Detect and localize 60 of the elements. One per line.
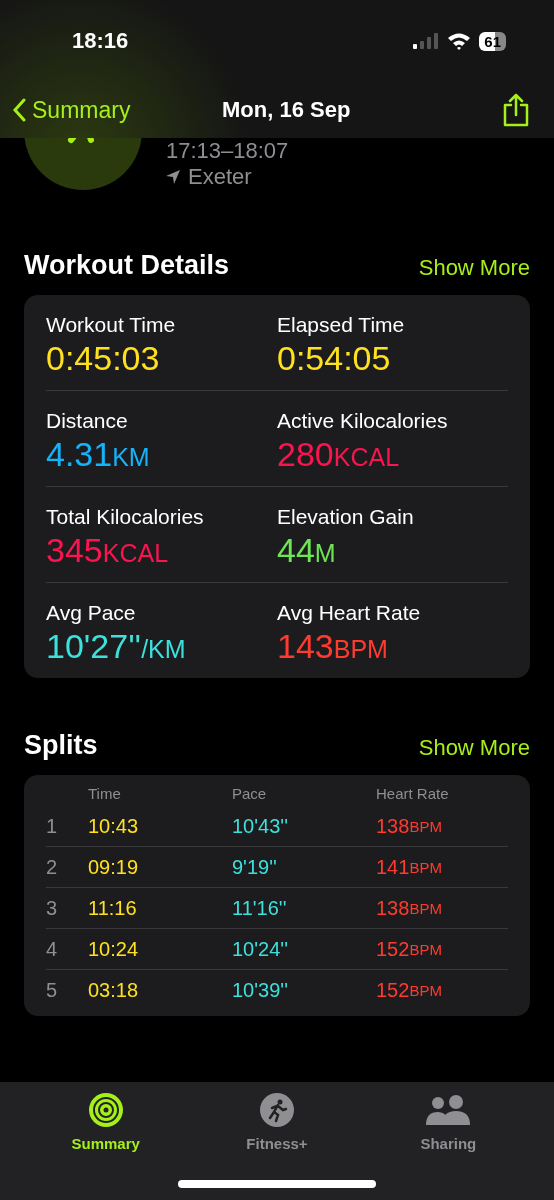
tab[interactable]: Summary bbox=[35, 1092, 176, 1153]
metric-value: 0:45:03 bbox=[46, 339, 161, 378]
workout-location: Exeter bbox=[188, 164, 252, 190]
share-button[interactable] bbox=[502, 93, 530, 127]
location-arrow-icon bbox=[166, 170, 180, 184]
back-button[interactable]: Summary bbox=[12, 96, 131, 124]
wifi-icon bbox=[447, 32, 472, 50]
section-title: Splits bbox=[24, 730, 98, 761]
split-time: 03:18 bbox=[88, 969, 232, 1010]
split-heart-rate: 141BPM bbox=[376, 846, 508, 887]
split-pace: 10'39'' bbox=[232, 969, 376, 1010]
metric-value: 44M bbox=[277, 531, 337, 570]
split-pace: 11'16'' bbox=[232, 887, 376, 928]
column-header: Time bbox=[88, 785, 122, 804]
metric-value: 0:54:05 bbox=[277, 339, 392, 378]
split-time: 09:19 bbox=[88, 846, 232, 887]
metric-value: 10'27''/KM bbox=[46, 627, 187, 666]
chevron-left-icon bbox=[12, 98, 26, 122]
people-icon bbox=[425, 1093, 472, 1127]
split-time: 10:43 bbox=[88, 813, 140, 839]
split-time: 10:24 bbox=[88, 928, 232, 969]
split-number: 1 bbox=[46, 813, 59, 839]
metric-value: 4.31KM bbox=[46, 435, 151, 474]
nav-title: Mon, 16 Sep bbox=[222, 97, 351, 123]
split-number: 4 bbox=[46, 928, 88, 969]
split-number: 3 bbox=[46, 887, 88, 928]
metric-label: Elapsed Time bbox=[277, 313, 406, 337]
tab[interactable]: Sharing bbox=[378, 1092, 519, 1153]
split-heart-rate: 138BPM bbox=[376, 813, 443, 839]
signal-icon bbox=[413, 33, 440, 49]
metric-label: Distance bbox=[46, 409, 129, 433]
metric-label: Total Kilocalories bbox=[46, 505, 205, 529]
metric-label: Avg Pace bbox=[46, 601, 137, 625]
split-time: 11:16 bbox=[88, 887, 232, 928]
workout-time-range: 17:13–18:07 bbox=[166, 138, 289, 164]
show-more-link[interactable]: Show More bbox=[418, 735, 530, 761]
section-title: Workout Details bbox=[24, 250, 230, 281]
column-header: Pace bbox=[232, 785, 268, 804]
metric-label: Avg Heart Rate bbox=[277, 601, 422, 625]
split-heart-rate: 152BPM bbox=[376, 928, 508, 969]
split-pace: 10'43'' bbox=[232, 813, 289, 839]
show-more-link[interactable]: Show More bbox=[418, 255, 530, 281]
split-pace: 10'24'' bbox=[232, 928, 376, 969]
share-icon bbox=[502, 93, 530, 127]
metric-label: Active Kilocalories bbox=[277, 409, 449, 433]
split-number: 2 bbox=[46, 846, 88, 887]
metric-value: 345KCAL bbox=[46, 531, 170, 570]
split-heart-rate: 152BPM bbox=[376, 969, 508, 1010]
split-number: 5 bbox=[46, 969, 88, 1010]
metric-label: Workout Time bbox=[46, 313, 177, 337]
metric-value: 143BPM bbox=[277, 627, 389, 666]
split-heart-rate: 138BPM bbox=[376, 887, 508, 928]
tab[interactable]: Fitness+ bbox=[207, 1092, 347, 1153]
status-time: 18:16 bbox=[72, 28, 129, 54]
split-pace: 9'19'' bbox=[232, 846, 376, 887]
column-header: Heart Rate bbox=[376, 785, 450, 804]
battery-indicator: 61 bbox=[479, 31, 506, 51]
activity-rings-icon bbox=[88, 1093, 123, 1127]
metric-value: 280KCAL bbox=[277, 435, 401, 474]
metric-label: Elevation Gain bbox=[277, 505, 415, 529]
